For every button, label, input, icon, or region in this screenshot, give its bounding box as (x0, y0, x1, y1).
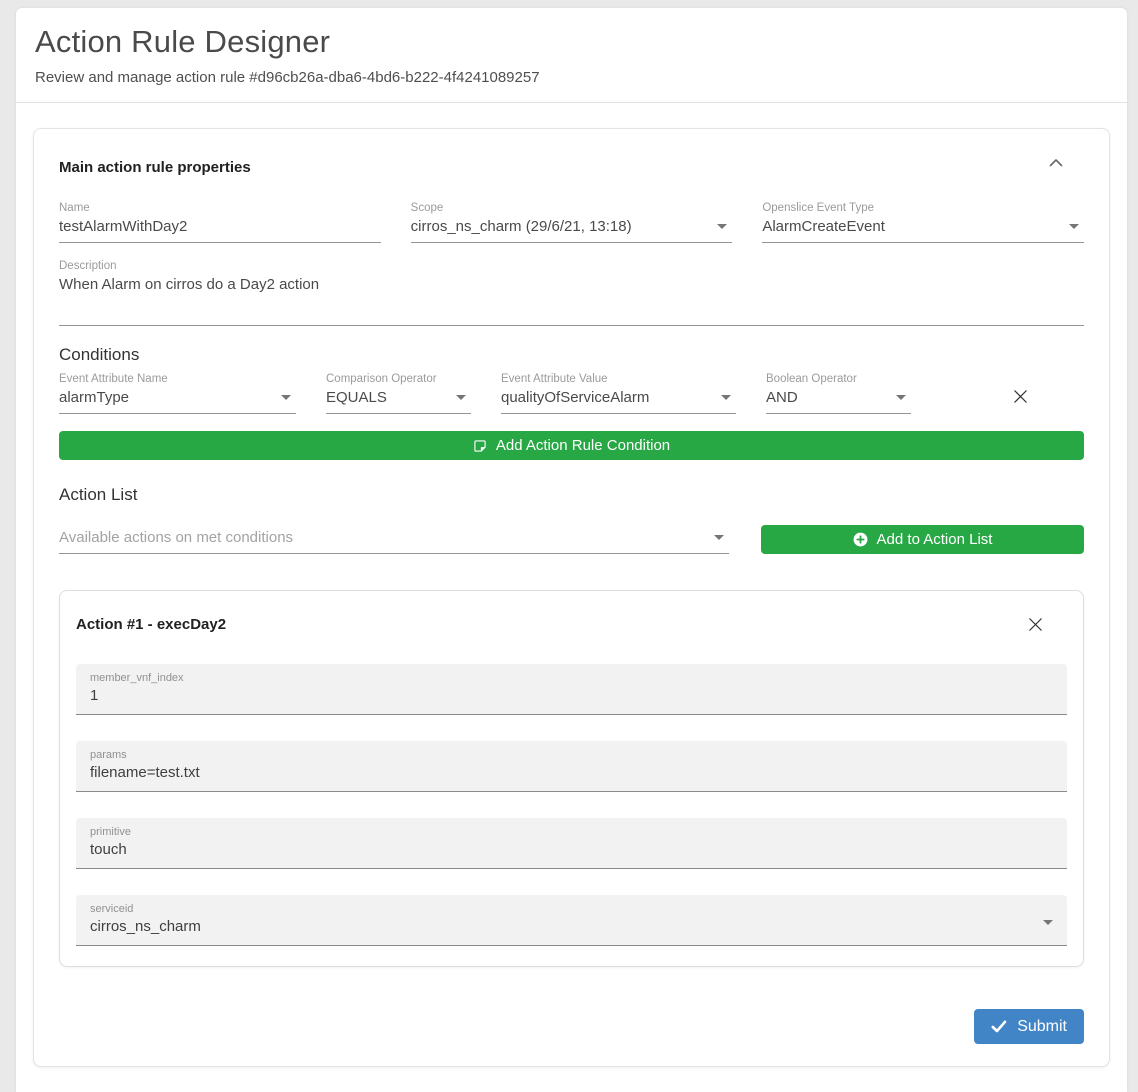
action-select-row: Available actions on met conditions Add … (59, 525, 1084, 554)
serviceid-select[interactable]: serviceid cirros_ns_charm (76, 895, 1067, 946)
close-icon (1026, 615, 1045, 634)
boolean-operator-label: Boolean Operator (766, 373, 911, 385)
event-attribute-name-value: alarmType (59, 389, 296, 406)
submit-row: Submit (59, 989, 1084, 1044)
check-icon (991, 1020, 1007, 1033)
description-field[interactable]: Description When Alarm on cirros do a Da… (59, 258, 1084, 326)
primitive-field[interactable]: primitive touch (76, 818, 1067, 869)
dropdown-arrow-icon (721, 395, 731, 400)
params-value: filename=test.txt (90, 764, 1053, 781)
member-vnf-index-value: 1 (90, 687, 1053, 704)
remove-action-button[interactable] (1024, 613, 1047, 636)
main-rule-card: Main action rule properties Name testAla… (33, 128, 1110, 1067)
available-actions-select[interactable]: Available actions on met conditions (59, 527, 729, 554)
dropdown-arrow-icon (717, 224, 727, 229)
condition-row: Event Attribute Name alarmType Compariso… (59, 371, 1084, 414)
event-attribute-value-value: qualityOfServiceAlarm (501, 389, 736, 406)
boolean-operator-value: AND (766, 389, 911, 406)
primitive-value: touch (90, 841, 1053, 858)
add-condition-button-label: Add Action Rule Condition (496, 438, 670, 453)
chevron-up-icon (1048, 157, 1064, 168)
serviceid-label: serviceid (90, 903, 1053, 915)
submit-button[interactable]: Submit (974, 1009, 1084, 1044)
main-rule-card-header: Main action rule properties (59, 153, 1084, 176)
main-properties-row: Name testAlarmWithDay2 Scope cirros_ns_c… (59, 200, 1084, 243)
name-field-label: Name (59, 202, 381, 214)
add-to-action-list-button-label: Add to Action List (877, 532, 993, 547)
params-label: params (90, 749, 1053, 761)
params-field[interactable]: params filename=test.txt (76, 741, 1067, 792)
event-attribute-value-label: Event Attribute Value (501, 373, 736, 385)
event-attribute-value-select[interactable]: Event Attribute Value qualityOfServiceAl… (501, 371, 736, 414)
remove-condition-button[interactable] (1009, 385, 1032, 408)
primitive-label: primitive (90, 826, 1053, 838)
comparison-operator-select[interactable]: Comparison Operator EQUALS (326, 371, 471, 414)
page-body: Main action rule properties Name testAla… (16, 103, 1127, 1092)
submit-button-label: Submit (1017, 1018, 1067, 1036)
event-attribute-name-label: Event Attribute Name (59, 373, 296, 385)
add-condition-button[interactable]: Add Action Rule Condition (59, 431, 1084, 460)
add-to-action-list-button[interactable]: Add to Action List (761, 525, 1084, 554)
comparison-operator-value: EQUALS (326, 389, 471, 406)
serviceid-value: cirros_ns_charm (90, 918, 1053, 935)
description-field-value: When Alarm on cirros do a Day2 action (59, 276, 1084, 293)
scope-select-label: Scope (411, 202, 733, 214)
plus-circle-icon (853, 532, 868, 547)
scope-select-value: cirros_ns_charm (29/6/21, 13:18) (411, 218, 733, 235)
name-field-value: testAlarmWithDay2 (59, 218, 381, 235)
conditions-heading: Conditions (59, 345, 1084, 365)
name-field[interactable]: Name testAlarmWithDay2 (59, 200, 381, 243)
dropdown-arrow-icon (281, 395, 291, 400)
description-field-label: Description (59, 260, 1084, 272)
dropdown-arrow-icon (714, 535, 724, 540)
action-card: Action #1 - execDay2 member_vnf_index 1 … (59, 590, 1084, 967)
scope-select[interactable]: Scope cirros_ns_charm (29/6/21, 13:18) (411, 200, 733, 243)
page-title: Action Rule Designer (35, 24, 1107, 60)
dropdown-arrow-icon (1043, 920, 1053, 925)
action-list-heading: Action List (59, 485, 1084, 505)
dropdown-arrow-icon (896, 395, 906, 400)
event-type-select[interactable]: Openslice Event Type AlarmCreateEvent (762, 200, 1084, 243)
available-actions-placeholder: Available actions on met conditions (59, 529, 729, 546)
member-vnf-index-field[interactable]: member_vnf_index 1 (76, 664, 1067, 715)
boolean-operator-select[interactable]: Boolean Operator AND (766, 371, 911, 414)
event-type-select-label: Openslice Event Type (762, 202, 1084, 214)
event-attribute-name-select[interactable]: Event Attribute Name alarmType (59, 371, 296, 414)
member-vnf-index-label: member_vnf_index (90, 672, 1053, 684)
comparison-operator-label: Comparison Operator (326, 373, 471, 385)
sticky-note-icon (473, 439, 487, 453)
collapse-panel-button[interactable] (1042, 153, 1070, 172)
main-rule-card-title: Main action rule properties (59, 153, 251, 176)
dropdown-arrow-icon (1069, 224, 1079, 229)
action-card-header: Action #1 - execDay2 (76, 613, 1067, 636)
page-header: Action Rule Designer Review and manage a… (16, 8, 1127, 103)
action-rule-designer-page: Action Rule Designer Review and manage a… (16, 8, 1127, 1092)
dropdown-arrow-icon (456, 395, 466, 400)
action-card-title: Action #1 - execDay2 (76, 616, 226, 633)
close-icon (1011, 387, 1030, 406)
event-type-select-value: AlarmCreateEvent (762, 218, 1084, 235)
page-subtitle: Review and manage action rule #d96cb26a-… (35, 69, 1107, 86)
